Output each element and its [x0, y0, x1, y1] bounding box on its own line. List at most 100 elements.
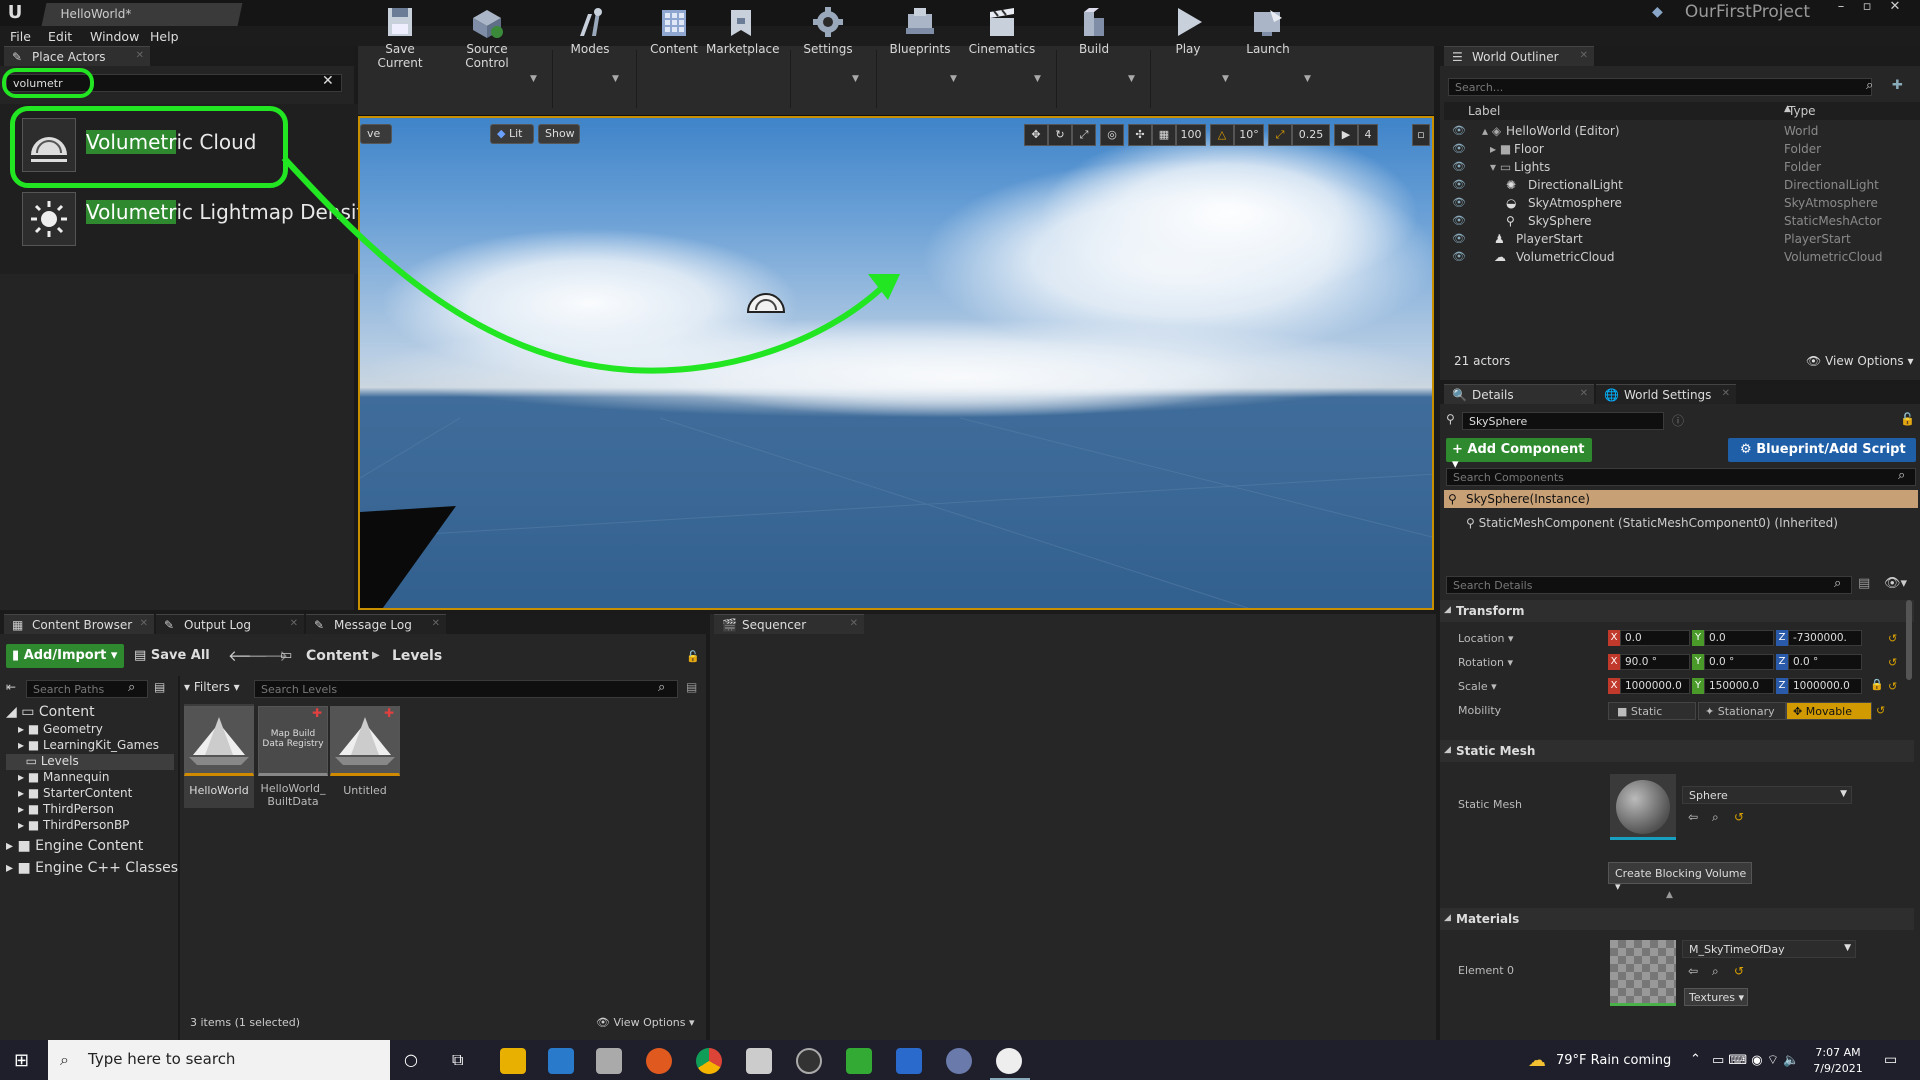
store-icon[interactable] — [596, 1048, 622, 1074]
path-view-options-icon[interactable]: ▤ — [154, 680, 165, 694]
scale-lock-icon[interactable]: 🔒 — [1870, 678, 1884, 691]
file-explorer-icon[interactable] — [500, 1048, 526, 1074]
lock-icon[interactable]: 🔓 — [686, 650, 700, 663]
visual-studio-icon[interactable] — [896, 1048, 922, 1074]
launch-button[interactable]: Launch — [1238, 2, 1298, 66]
folder-row[interactable]: ▸ ■ ThirdPersonBP — [18, 818, 129, 834]
static-mesh-section-header[interactable]: ◢ Static Mesh — [1440, 740, 1914, 762]
settings-button[interactable]: Settings — [796, 2, 860, 66]
menu-file[interactable]: File — [10, 29, 31, 44]
mobility-movable-button[interactable]: ✥ Movable — [1786, 702, 1872, 720]
location-x-field[interactable]: 0.0 — [1620, 630, 1690, 646]
camera-speed-value[interactable]: 4 — [1358, 124, 1378, 146]
viewport-maximize-icon[interactable]: ▫ — [1412, 124, 1430, 146]
content-button[interactable]: Content — [644, 2, 704, 66]
source-control-button[interactable]: Source Control — [444, 2, 530, 70]
outliner-row[interactable]: 👁 ◒ SkyAtmosphere SkyAtmosphere — [1444, 196, 1920, 214]
material-thumbnail[interactable] — [1610, 940, 1676, 1006]
outliner-add-filter-icon[interactable]: ✚ — [1892, 78, 1903, 93]
vscode-icon[interactable] — [548, 1048, 574, 1074]
tab-world-outliner[interactable]: ☰ World Outliner ✕ — [1444, 46, 1594, 66]
lock-icon[interactable]: 🔓 — [1900, 412, 1915, 426]
visibility-eye-icon[interactable]: 👁 — [1452, 160, 1466, 173]
source-control-dropdown-icon[interactable]: ▼ — [530, 74, 537, 84]
scale-z-field[interactable]: 1000000.0 — [1788, 678, 1862, 694]
sources-toggle-icon[interactable]: ⇤ — [6, 680, 16, 694]
content-view-options[interactable]: 👁 View Options ▾ — [596, 1016, 695, 1029]
unreal-editor-taskbar-icon[interactable] — [996, 1048, 1022, 1074]
reset-rotation-icon[interactable]: ↺ — [1888, 656, 1897, 669]
static-mesh-component-row[interactable]: ⚲ StaticMeshComponent (StaticMeshCompone… — [1466, 516, 1838, 530]
outliner-row[interactable]: 👁 ▸ ■ Floor Folder — [1444, 142, 1920, 160]
angle-snap-icon[interactable]: △ — [1210, 124, 1234, 146]
folder-row[interactable]: ▸ ■ Geometry — [18, 722, 103, 738]
textures-button[interactable]: Textures ▾ — [1684, 988, 1748, 1006]
material-dropdown[interactable]: M_SkyTimeOfDay ▼ — [1682, 940, 1856, 958]
reset-mesh-icon[interactable]: ↺ — [1734, 810, 1744, 824]
tab-close-icon[interactable]: ✕ — [1580, 388, 1588, 399]
location-label[interactable]: Location ▾ — [1458, 632, 1514, 645]
chrome-icon[interactable] — [696, 1048, 722, 1074]
surface-snap-icon[interactable]: ✣ — [1128, 124, 1152, 146]
location-y-field[interactable]: 0.0 — [1704, 630, 1774, 646]
scale-x-field[interactable]: 1000000.0 — [1620, 678, 1690, 694]
tab-content-browser[interactable]: ▦ Content Browser ✕ — [4, 614, 154, 634]
details-scrollbar[interactable] — [1906, 600, 1912, 680]
tab-close-icon[interactable]: ✕ — [432, 618, 440, 629]
weather-text[interactable]: 79°F Rain coming — [1556, 1053, 1671, 1068]
scale-snap-value[interactable]: 0.25 — [1292, 124, 1330, 146]
tab-close-icon[interactable]: ✕ — [850, 618, 858, 629]
menu-edit[interactable]: Edit — [48, 29, 72, 44]
cortana-icon[interactable]: ○ — [404, 1050, 418, 1069]
cinematics-dropdown-icon[interactable]: ▼ — [1034, 74, 1041, 84]
scale-snap-icon[interactable]: ⤢ — [1268, 124, 1292, 146]
build-button[interactable]: Build — [1064, 2, 1124, 66]
camera-speed-icon[interactable]: ▶ — [1334, 124, 1358, 146]
grid-snap-value[interactable]: 100 — [1176, 124, 1206, 146]
windows-start-icon[interactable]: ⊞ — [14, 1050, 29, 1071]
clock-date[interactable]: 7/9/2021 — [1808, 1062, 1868, 1075]
outliner-row[interactable]: 👁 ▴ ◈ HelloWorld (Editor) World — [1444, 124, 1920, 142]
tab-close-icon[interactable]: ✕ — [136, 50, 144, 61]
folder-row[interactable]: ◢ ▭ Content — [6, 704, 95, 720]
close-icon[interactable]: ✕ — [1884, 0, 1906, 16]
outliner-row[interactable]: 👁 ☁ VolumetricCloud VolumetricCloud — [1444, 250, 1920, 268]
folder-row[interactable]: ▸ ■ ThirdPerson — [18, 802, 114, 818]
steam-icon[interactable] — [796, 1048, 822, 1074]
launch-dropdown-icon[interactable]: ▼ — [1304, 74, 1311, 84]
save-all-button[interactable]: ▤ Save All — [134, 648, 210, 663]
label-column-header[interactable]: Label — [1468, 104, 1500, 118]
document-tab[interactable]: HelloWorld* — [41, 3, 243, 26]
outliner-row[interactable]: 👁 ✺ DirectionalLight DirectionalLight — [1444, 178, 1920, 196]
visibility-eye-icon[interactable]: 👁 — [1452, 178, 1466, 191]
ubuntu-icon[interactable] — [646, 1048, 672, 1074]
tab-output-log[interactable]: ✎ Output Log ✕ — [156, 614, 304, 634]
outliner-view-options[interactable]: 👁 View Options ▾ — [1806, 354, 1914, 368]
tray-chevron-icon[interactable]: ⌃ — [1690, 1052, 1701, 1067]
blueprint-add-script-button[interactable]: ⚙ Blueprint/Add Script — [1728, 438, 1916, 462]
mobility-static-button[interactable]: ■ Static — [1608, 702, 1696, 720]
minimize-icon[interactable]: – — [1830, 0, 1852, 16]
add-component-button[interactable]: + Add Component ▾ — [1446, 438, 1592, 472]
unreal-logo-icon[interactable]: U — [4, 2, 26, 24]
actor-name-input[interactable]: SkySphere — [1462, 412, 1664, 430]
property-matrix-icon[interactable]: ▤ — [1858, 576, 1870, 591]
asset-tile[interactable]: Map Build Data Registry ✚ HelloWorld_ Bu… — [258, 704, 328, 808]
viewport-perspective-button[interactable]: ve — [360, 124, 392, 144]
asset-tile-selected[interactable]: HelloWorld — [184, 704, 254, 808]
transform-section-header[interactable]: Transform ◢ — [1440, 600, 1914, 622]
static-mesh-dropdown[interactable]: Sphere ▼ — [1682, 786, 1852, 804]
menu-help[interactable]: Help — [150, 29, 179, 44]
scale-label[interactable]: Scale ▾ — [1458, 680, 1497, 693]
asset-tile[interactable]: ✚ Untitled — [330, 704, 400, 808]
static-mesh-thumbnail[interactable] — [1610, 774, 1676, 840]
tab-message-log[interactable]: ✎ Message Log ✕ — [306, 614, 446, 634]
scale-tool-icon[interactable]: ⤢ — [1072, 124, 1096, 146]
cinematics-button[interactable]: Cinematics — [964, 2, 1040, 66]
reset-mobility-icon[interactable]: ↺ — [1876, 704, 1885, 717]
tab-close-icon[interactable]: ✕ — [1722, 388, 1730, 399]
tab-close-icon[interactable]: ✕ — [140, 618, 148, 629]
epic-launcher-icon[interactable] — [946, 1048, 972, 1074]
task-view-icon[interactable]: ⧉ — [452, 1050, 463, 1070]
type-column-header[interactable]: Type — [1788, 104, 1816, 118]
